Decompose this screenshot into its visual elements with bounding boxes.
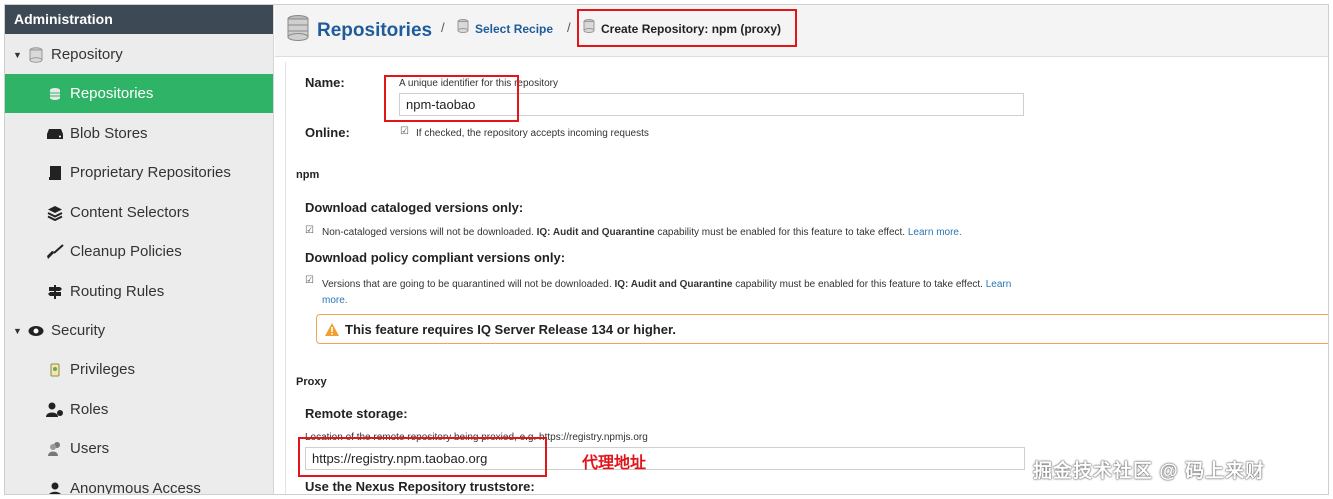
catalog-help: Non-cataloged versions will not be downl… <box>322 227 962 238</box>
create-repository-form: Name: A unique identifier for this repos… <box>285 62 1328 494</box>
remote-storage-label: Remote storage: <box>305 406 408 421</box>
sidebar-item-label: Users <box>70 440 110 457</box>
sidebar-group-repository[interactable]: ▼ Repository <box>5 35 273 74</box>
annotation-text: 代理地址 <box>582 455 647 472</box>
roles-icon <box>46 401 64 419</box>
sidebar-item-content-selectors[interactable]: Content Selectors <box>5 193 273 232</box>
sidebar-item-label: Repositories <box>70 85 154 102</box>
certificate-icon <box>46 361 64 379</box>
layers-icon <box>46 204 64 222</box>
iq-warning-banner: This feature requires IQ Server Release … <box>316 314 1328 344</box>
expand-triangle-icon[interactable]: ▼ <box>13 50 27 60</box>
database-icon <box>457 19 469 38</box>
sidebar-item-label: Anonymous Access <box>70 480 201 495</box>
sidebar-item-anonymous-access[interactable]: Anonymous Access <box>5 469 273 495</box>
sidebar-item-label: Proprietary Repositories <box>70 164 231 181</box>
catalog-label: Download cataloged versions only: <box>305 200 524 215</box>
sidebar-item-blob-stores[interactable]: Blob Stores <box>5 114 273 153</box>
sidebar-item-label: Cleanup Policies <box>70 243 182 260</box>
policy-help-bold: IQ: Audit and Quarantine <box>614 279 733 290</box>
sidebar-header: Administration <box>5 5 273 34</box>
breadcrumb-separator: / <box>441 20 445 35</box>
database-icon <box>287 15 309 46</box>
signpost-icon <box>46 283 64 301</box>
breadcrumb-select-recipe[interactable]: Select Recipe <box>457 19 553 38</box>
sidebar-item-label: Blob Stores <box>70 125 148 142</box>
learn-more-link[interactable]: Learn more. <box>908 227 962 238</box>
policy-help: Versions that are going to be quarantine… <box>322 277 1012 309</box>
book-icon <box>46 164 64 182</box>
hard-drive-icon <box>46 125 64 143</box>
breadcrumb-root[interactable]: Repositories <box>287 15 432 46</box>
sidebar-item-repositories[interactable]: Repositories <box>5 74 273 113</box>
breadcrumb-link[interactable]: Select Recipe <box>475 22 553 36</box>
policy-label: Download policy compliant versions only: <box>305 250 566 265</box>
sidebar-item-label: Routing Rules <box>70 283 165 300</box>
policy-help-text: effect. <box>955 279 983 290</box>
catalog-checkbox[interactable]: ☑ <box>305 226 315 236</box>
catalog-help-bold: IQ: Audit and Quarantine <box>536 227 655 238</box>
sidebar-item-proprietary-repositories[interactable]: Proprietary Repositories <box>5 153 273 192</box>
online-help: If checked, the repository accepts incom… <box>416 128 649 139</box>
sidebar-item-label: Repository <box>51 46 123 63</box>
online-checkbox[interactable]: ☑ <box>400 127 410 137</box>
catalog-help-text: capability must be enabled for this feat… <box>657 227 906 238</box>
catalog-help-text: Non-cataloged versions will not be downl… <box>322 227 534 238</box>
eye-icon <box>27 322 45 340</box>
app-window: Administration ▼ Repository Repositories… <box>4 4 1329 495</box>
expand-triangle-icon[interactable]: ▼ <box>13 326 27 336</box>
highlight-box <box>384 75 519 122</box>
warning-text: This feature requires IQ Server Release … <box>345 321 676 337</box>
name-label: Name: <box>305 75 345 90</box>
database-icon <box>27 46 45 64</box>
sidebar-item-users[interactable]: Users <box>5 429 273 468</box>
sidebar-item-routing-rules[interactable]: Routing Rules <box>5 272 273 311</box>
sidebar-item-privileges[interactable]: Privileges <box>5 350 273 389</box>
main-panel: Repositories / Select Recipe / Create Re… <box>275 5 1328 494</box>
person-icon <box>46 480 64 494</box>
breadcrumb-separator: / <box>567 20 571 35</box>
breadcrumb: Repositories / Select Recipe / Create Re… <box>275 5 1328 57</box>
admin-sidebar: Administration ▼ Repository Repositories… <box>5 5 274 495</box>
truststore-label: Use the Nexus Repository truststore: <box>305 479 535 494</box>
page-title[interactable]: Repositories <box>317 20 432 42</box>
online-label: Online: <box>305 125 350 140</box>
sidebar-item-roles[interactable]: Roles <box>5 390 273 429</box>
warning-icon <box>325 322 339 336</box>
broom-icon <box>46 243 64 261</box>
policy-checkbox[interactable]: ☑ <box>305 276 315 286</box>
policy-help-text: Versions that are going to be quarantine… <box>322 279 612 290</box>
watermark: 掘金技术社区 @ 码上来财 <box>1033 461 1266 482</box>
proxy-section-title: Proxy <box>296 376 327 388</box>
sidebar-item-label: Security <box>51 322 106 339</box>
highlight-box <box>298 437 547 477</box>
users-icon <box>46 440 64 458</box>
sidebar-group-security[interactable]: ▼ Security <box>5 311 273 350</box>
sidebar-item-label: Roles <box>70 401 109 418</box>
npm-section-title: npm <box>296 169 320 181</box>
sidebar-item-label: Content Selectors <box>70 204 190 221</box>
sidebar-item-label: Privileges <box>70 361 136 378</box>
highlight-box <box>577 9 797 47</box>
sidebar-item-cleanup-policies[interactable]: Cleanup Policies <box>5 232 273 271</box>
policy-help-text: capability must be enabled for this feat… <box>735 279 954 290</box>
database-icon <box>46 85 64 103</box>
